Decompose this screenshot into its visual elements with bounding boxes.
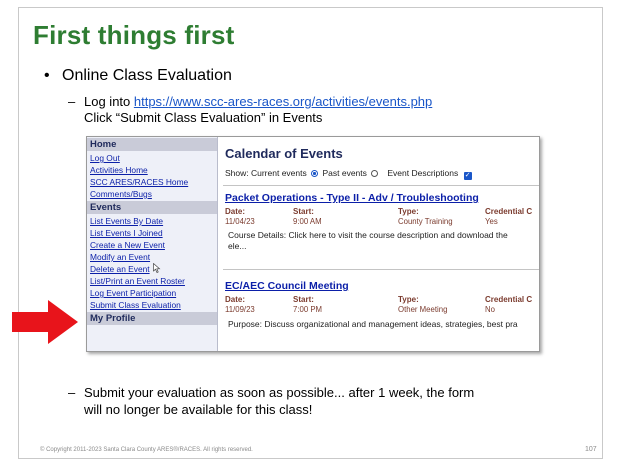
event-credential: Yes <box>485 217 498 226</box>
event-date: 11/04/23 <box>225 217 255 226</box>
event-type: Other Meeting <box>398 305 448 314</box>
nav-link-activities-home[interactable]: Activities Home <box>87 164 217 176</box>
radio-current-events[interactable] <box>311 170 319 177</box>
slide: First things first • Online Class Evaluat… <box>0 0 621 465</box>
event-title-packet-operations[interactable]: Packet Operations - Type II - Adv / Trou… <box>225 192 479 204</box>
col-credential: Credential C <box>485 295 533 304</box>
event-date: 11/09/23 <box>225 305 255 314</box>
slide-title: First things first <box>33 20 235 50</box>
event-start: 9:00 AM <box>293 217 322 226</box>
col-date: Date: <box>225 295 246 304</box>
bullet-online-class-evaluation: • Online Class Evaluation <box>44 67 232 85</box>
step1-line2: Click “Submit Class Evaluation” in Event… <box>84 110 323 125</box>
step-1: – Log into https://www.scc-ares-races.org… <box>68 94 432 126</box>
col-start: Start: <box>293 295 314 304</box>
step1-prefix: Log into <box>84 94 134 109</box>
nav-sidebar: Home Log Out Activities Home SCC ARES/RA… <box>87 137 218 351</box>
divider <box>223 269 539 270</box>
red-arrow-icon <box>12 300 78 344</box>
event-detail-line1: Purpose: Discuss organizational and mana… <box>228 319 518 329</box>
nav-link-delete-event[interactable]: Delete an Event <box>87 262 217 275</box>
event-credential: No <box>485 305 495 314</box>
nav-header-events: Events <box>87 201 217 214</box>
checkbox-icon[interactable]: ✓ <box>463 172 472 180</box>
page-number: 107 <box>585 446 597 453</box>
bullet-dot: • <box>44 67 50 84</box>
nav-header-my-profile: My Profile <box>87 312 217 325</box>
nav-header-home: Home <box>87 138 217 151</box>
calendar-title: Calendar of Events <box>225 146 343 161</box>
col-credential: Credential C <box>485 207 533 216</box>
nav-link-scc-home[interactable]: SCC ARES/RACES Home <box>87 176 217 188</box>
nav-link-modify-event[interactable]: Modify an Event <box>87 251 217 263</box>
nav-link-delete-event-label: Delete an Event <box>90 264 150 274</box>
event-detail-line1: Course Details: Click here to visit the … <box>228 230 508 240</box>
nav-link-create-event[interactable]: Create a New Event <box>87 239 217 251</box>
event-detail-line2: ele... <box>228 241 247 251</box>
dash: – <box>68 94 76 109</box>
nav-link-list-events-by-date[interactable]: List Events By Date <box>87 215 217 227</box>
event-type: County Training <box>398 217 453 226</box>
nav-link-submit-class-evaluation[interactable]: Submit Class Evaluation <box>87 299 217 311</box>
nav-link-log-participation[interactable]: Log Event Participation <box>87 287 217 299</box>
dash: – <box>68 385 76 400</box>
events-page-link[interactable]: https://www.scc-ares-races.org/activitie… <box>134 94 432 109</box>
nav-link-print-roster[interactable]: List/Print an Event Roster <box>87 275 217 287</box>
nav-link-comments-bugs[interactable]: Comments/Bugs <box>87 188 217 200</box>
step-2: – Submit your evaluation as soon as possi… <box>68 384 588 418</box>
bullet-label: Online Class Evaluation <box>62 67 232 84</box>
divider <box>223 185 539 186</box>
calendar-main: Calendar of Events Show: Current events … <box>223 137 539 351</box>
events-page-screenshot: Home Log Out Activities Home SCC ARES/RA… <box>86 136 540 352</box>
col-type: Type: <box>398 295 419 304</box>
event-start: 7:00 PM <box>293 305 323 314</box>
col-start: Start: <box>293 207 314 216</box>
col-type: Type: <box>398 207 419 216</box>
step2-line1: Submit your evaluation as soon as possib… <box>84 385 475 400</box>
past-events-label: Past events <box>322 168 367 178</box>
show-current-label: Show: Current events <box>225 168 307 178</box>
nav-link-log-out[interactable]: Log Out <box>87 152 217 164</box>
step2-line2: will no longer be available for this cla… <box>84 402 313 417</box>
event-title-ec-aec-council[interactable]: EC/AEC Council Meeting <box>225 280 349 292</box>
copyright-footer: © Copyright 2011-2023 Santa Clara County… <box>40 447 253 453</box>
nav-link-list-events-joined[interactable]: List Events I Joined <box>87 227 217 239</box>
radio-past-events[interactable] <box>371 170 379 177</box>
descriptions-label: Event Descriptions <box>387 168 459 178</box>
show-filter-row: Show: Current events Past events Event D… <box>225 168 472 180</box>
mouse-cursor-icon <box>152 262 161 273</box>
col-date: Date: <box>225 207 246 216</box>
